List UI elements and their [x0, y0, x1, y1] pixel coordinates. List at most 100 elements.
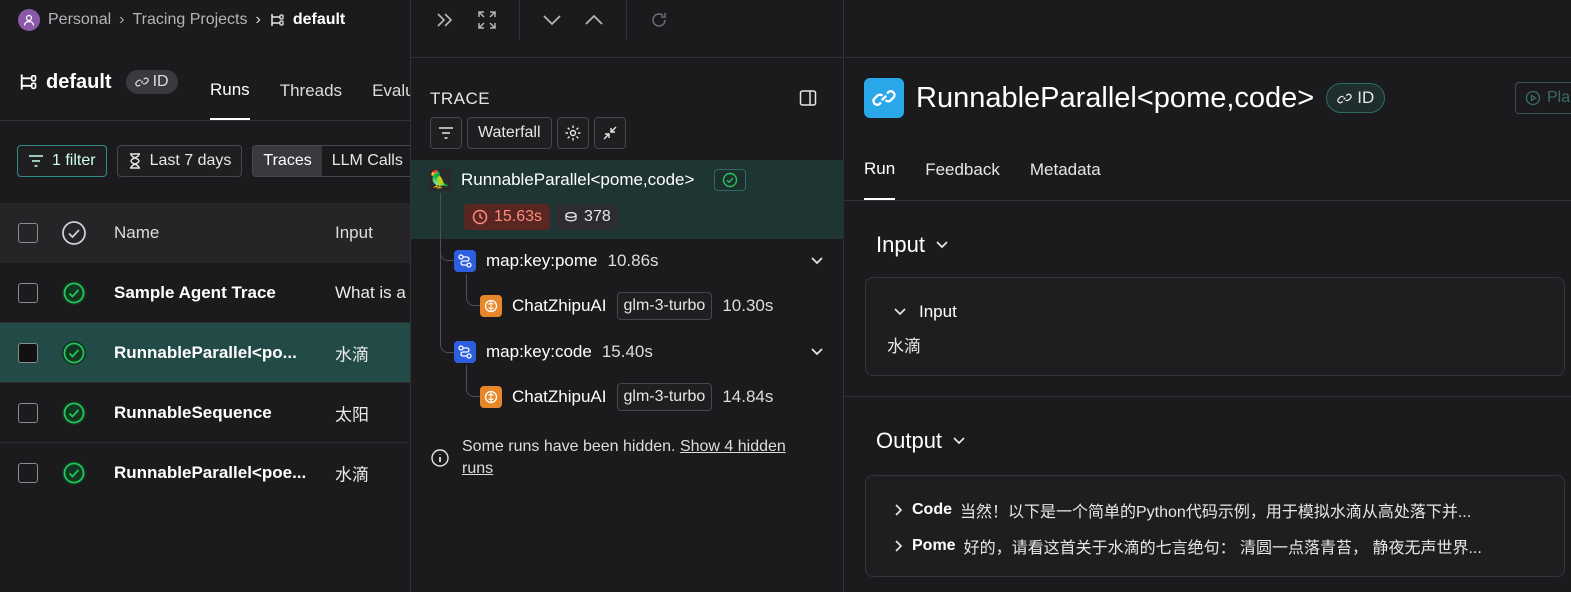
avatar[interactable]	[18, 9, 40, 31]
header-name[interactable]: Name	[114, 223, 159, 243]
output-key: Code	[912, 501, 952, 518]
section-title: Input	[876, 232, 925, 257]
tree-line	[466, 365, 480, 397]
trace-label: TRACE	[430, 89, 491, 108]
row-checkbox[interactable]	[18, 402, 38, 423]
refresh-icon[interactable]	[649, 10, 669, 30]
model-badge: glm-3-turbo	[616, 292, 713, 320]
breadcrumb-workspace[interactable]: Personal	[48, 11, 111, 29]
tab-feedback[interactable]: Feedback	[925, 140, 1000, 200]
divider	[626, 0, 627, 40]
output-section-header[interactable]: Output	[876, 428, 966, 454]
tab-evaluators[interactable]: Evalu	[372, 62, 410, 120]
link-icon	[134, 75, 149, 89]
trace-root-header: 🦜 RunnableParallel<pome,code>	[429, 169, 747, 191]
table-row[interactable]: RunnableSequence 太阳	[0, 383, 410, 443]
run-title: RunnableParallel<pome,code> ID	[864, 78, 1386, 118]
show-hidden-runs-link[interactable]: Show 4 hidden	[680, 438, 786, 455]
trace-node[interactable]: map:key:pome 10.86s	[454, 250, 824, 272]
chevron-right-icon: ›	[255, 11, 261, 28]
row-checkbox[interactable]	[18, 463, 38, 483]
project-icon	[269, 12, 285, 28]
filter-bar: 1 filter Last 7 days Traces LLM Calls	[17, 145, 410, 177]
table-row[interactable]: RunnableParallel<poe... 水滴	[0, 443, 410, 503]
toggle-llm-calls[interactable]: LLM Calls	[322, 146, 410, 176]
tab-run[interactable]: Run	[864, 140, 896, 200]
fullscreen-icon[interactable]	[477, 10, 497, 30]
copy-id-button[interactable]: ID	[1326, 83, 1386, 113]
chain-node-icon	[454, 250, 476, 272]
input-card: Input 水滴	[865, 277, 1565, 376]
success-check-icon	[714, 169, 747, 191]
expand-panel-icon[interactable]	[435, 12, 455, 28]
copy-id-button[interactable]: ID	[125, 70, 178, 94]
id-label: ID	[1357, 88, 1375, 107]
output-row-pome[interactable]: Pome 好的，请看这首关于水滴的七言绝句： 清圆一点落青苔， 静夜无声世界..…	[894, 534, 1482, 558]
hidden-runs-notice: Some runs have been hidden. Show 4 hidde…	[430, 436, 830, 480]
collapse-icon[interactable]	[593, 117, 626, 149]
view-mode-button[interactable]: Waterfall	[467, 117, 552, 149]
play-icon	[1525, 90, 1541, 106]
parrot-icon: 🦜	[429, 169, 451, 191]
filter-label: 1 filter	[52, 152, 96, 169]
select-all-checkbox[interactable]	[18, 223, 38, 243]
success-check-icon	[61, 280, 87, 306]
tree-line	[466, 274, 480, 306]
chevron-right-icon	[894, 539, 904, 553]
input-key-toggle[interactable]: Input	[893, 302, 957, 322]
row-input: 水滴	[335, 345, 369, 364]
time-range-button[interactable]: Last 7 days	[116, 145, 243, 177]
chevron-up-icon[interactable]	[584, 13, 604, 27]
filter-button[interactable]: 1 filter	[17, 145, 107, 177]
gear-icon[interactable]	[556, 117, 589, 149]
chain-node-icon	[454, 341, 476, 363]
section-title: Output	[876, 428, 943, 453]
latency-value: 15.63s	[494, 208, 543, 225]
input-section-header[interactable]: Input	[876, 232, 949, 258]
project-header: default ID	[18, 70, 178, 94]
trace-panel: TRACE Waterfall 🦜 RunnableParallel<pome,…	[410, 0, 844, 592]
page-title: default	[46, 70, 112, 93]
tree-line	[440, 193, 454, 353]
show-hidden-runs-link[interactable]: runs	[462, 460, 493, 477]
filter-icon	[28, 154, 44, 168]
output-row-code[interactable]: Code 当然！以下是一个简单的Python代码示例，用于模拟水滴从高处落下并.…	[894, 498, 1471, 522]
filter-icon[interactable]	[430, 117, 462, 149]
project-icon	[18, 72, 38, 92]
trace-root-stats: 15.63s 378	[464, 204, 619, 230]
trace-node[interactable]: ChatZhipuAI glm-3-turbo 14.84s	[480, 383, 773, 411]
row-checkbox[interactable]	[18, 342, 38, 363]
divider	[519, 0, 520, 40]
input-value: 水滴	[887, 337, 921, 356]
tree-line	[440, 240, 454, 261]
trace-node[interactable]: ChatZhipuAI glm-3-turbo 10.30s	[480, 292, 773, 320]
tokens-value: 378	[584, 208, 611, 225]
tab-runs[interactable]: Runs	[210, 62, 250, 120]
page-title: RunnableParallel<pome,code>	[916, 81, 1315, 114]
row-name: RunnableSequence	[114, 402, 272, 422]
trace-node[interactable]: map:key:code 15.40s	[454, 341, 824, 363]
run-detail-panel: RunnableParallel<pome,code> ID Pla Run F…	[845, 0, 1571, 592]
latency-badge: 15.63s	[464, 204, 551, 230]
table-row[interactable]: Sample Agent Trace What is a	[0, 263, 410, 323]
playground-label: Pla	[1547, 89, 1571, 106]
table-row[interactable]: RunnableParallel<po... 水滴	[0, 323, 410, 383]
node-name: ChatZhipuAI	[512, 296, 607, 315]
breadcrumb-section[interactable]: Tracing Projects	[132, 11, 247, 29]
playground-button[interactable]: Pla	[1515, 82, 1571, 114]
sidebar-toggle-icon[interactable]	[799, 89, 817, 107]
toggle-traces[interactable]: Traces	[253, 146, 322, 176]
row-name: RunnableParallel<po...	[114, 342, 297, 362]
header-input[interactable]: Input	[335, 223, 373, 243]
chevron-down-icon[interactable]	[810, 256, 824, 266]
breadcrumb-current: default	[292, 11, 346, 28]
row-name: RunnableParallel<poe...	[114, 463, 307, 482]
trace-toolbar	[411, 0, 669, 40]
node-latency: 10.86s	[607, 251, 659, 270]
tab-metadata[interactable]: Metadata	[1030, 140, 1101, 200]
row-checkbox[interactable]	[18, 282, 38, 303]
llm-node-icon	[480, 386, 502, 408]
chevron-down-icon[interactable]	[810, 347, 824, 357]
chevron-down-icon[interactable]	[542, 13, 562, 27]
tab-threads[interactable]: Threads	[280, 62, 342, 120]
